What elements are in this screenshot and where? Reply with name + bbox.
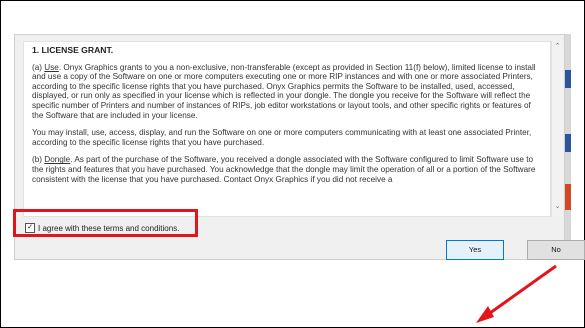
annotation-arrow-icon [476, 264, 557, 323]
annotation-arrow-shaft [482, 264, 557, 320]
annotation-arrow-head [476, 306, 494, 323]
